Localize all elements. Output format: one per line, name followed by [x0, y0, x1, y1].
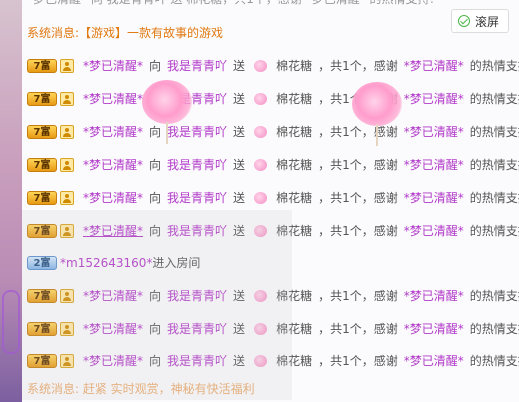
cotton-candy-effect	[142, 80, 192, 124]
gift-name: 棉花糖	[276, 158, 313, 172]
verb-text: 向	[149, 59, 162, 73]
thanks-tail-text: 的热情支持!	[469, 354, 519, 368]
user-identity-icon	[60, 125, 74, 139]
background-strip	[0, 0, 22, 402]
wealth-level-badge: 7富	[27, 59, 57, 73]
gift-message-row: 7富 *梦已清醒* 向我是青青吖送 棉花糖 ，共1个，感谢 *梦已清醒* 的热情支持!	[27, 55, 519, 77]
thanks-user-name[interactable]: *梦已清醒*	[404, 121, 464, 143]
action-text: 送	[233, 125, 246, 139]
gift-name: 棉花糖	[276, 191, 313, 205]
gift-count-text: ，共1个，感谢	[318, 289, 398, 303]
recipient-name[interactable]: 我是青青吖	[167, 154, 227, 176]
cotton-candy-icon	[254, 93, 268, 105]
wealth-level-badge: 7富	[27, 125, 57, 139]
thanks-tail-text: 的热情支持!	[469, 92, 519, 106]
thanks-user-name[interactable]: *梦已清醒*	[404, 318, 464, 340]
system-message-row: 系统消息: 【游戏】一款有故事的游戏	[27, 22, 223, 44]
gift-name: 棉花糖	[276, 92, 313, 106]
wealth-level-badge: 7富	[27, 158, 57, 172]
cotton-candy-icon	[254, 60, 268, 72]
gift-count-text: ，共1个，感谢	[318, 158, 398, 172]
scroll-button-label: 滚屏	[474, 14, 499, 29]
thanks-user-name[interactable]: *梦已清醒*	[404, 154, 464, 176]
thanks-tail-text: 的热情支持!	[469, 224, 519, 238]
cotton-candy-effect	[352, 82, 402, 126]
action-text: 送	[233, 59, 246, 73]
system-message-content: 【游戏】一款有故事的游戏	[79, 26, 224, 40]
wealth-level-badge: 7富	[27, 191, 57, 205]
thanks-tail-text: 的热情支持!	[469, 191, 519, 205]
thanks-user-name[interactable]: *梦已清醒*	[404, 220, 464, 242]
sender-name[interactable]: *梦已清醒*	[83, 154, 143, 176]
gift-count-text: ，共1个，感谢	[318, 59, 398, 73]
gift-message-row: 7富*梦已清醒*向我是青青吖送棉花糖，共1个，感谢*梦已清醒*的热情支持!	[27, 121, 519, 143]
gift-name: 棉花糖	[276, 125, 313, 139]
gift-count-text: ，共1个，感谢	[318, 354, 398, 368]
thanks-user-name[interactable]: *梦已清醒*	[404, 55, 464, 77]
check-circle-icon	[457, 15, 470, 27]
sender-name[interactable]: *梦已清醒*	[83, 121, 143, 143]
thanks-user-name[interactable]: *梦已清醒*	[404, 285, 464, 307]
cotton-candy-icon	[254, 126, 268, 138]
cotton-candy-icon	[254, 192, 268, 204]
cotton-candy-stick	[166, 122, 168, 144]
gift-name: 棉花糖	[276, 59, 313, 73]
cotton-candy-stick	[376, 124, 378, 146]
thanks-user-name[interactable]: *梦已清醒*	[404, 88, 464, 110]
user-identity-icon	[60, 92, 74, 106]
user-identity-icon	[60, 158, 74, 172]
wealth-level-badge: 7富	[27, 92, 57, 106]
user-identity-icon	[60, 191, 74, 205]
user-identity-icon	[60, 59, 74, 73]
gift-message-row: 7富*梦已清醒*向我是青青吖送棉花糖，共1个，感谢*梦已清醒*的热情支持!	[27, 88, 519, 110]
recipient-name[interactable]: 我是青青吖	[167, 187, 227, 209]
gift-count-text: ，共1个，感谢	[318, 224, 398, 238]
sender-name[interactable]: *梦已清醒*	[83, 187, 143, 209]
recipient-name[interactable]: 我是青青吖	[167, 55, 227, 77]
thanks-tail-text: 的热情支持!	[469, 125, 519, 139]
verb-text: 向	[149, 158, 162, 172]
partial-message-text: *梦已清醒* 向 我是青青吖 送 棉花糖，共1个，感谢 *梦已清醒* 的热情支持…	[27, 0, 434, 10]
system-message-label: 系统消息:	[27, 26, 80, 40]
chat-panel: *梦已清醒* 向 我是青青吖 送 棉花糖 ，共1个，感谢 *梦已清醒* 的热情支持…	[22, 0, 519, 402]
gift-message-row: 7富 *梦已清醒* 向我是青青吖送 棉花糖 ，共1个，感谢 *梦已清醒* 的热情支持!	[27, 154, 519, 176]
verb-text: 向	[149, 125, 162, 139]
action-text: 送	[233, 158, 246, 172]
recipient-name[interactable]: 我是青青吖	[167, 121, 227, 143]
thanks-user-name[interactable]: *梦已清醒*	[404, 350, 464, 372]
thanks-tail-text: 的热情支持!	[469, 322, 519, 336]
thanks-tail-text: 的热情支持!	[469, 289, 519, 303]
action-text: 送	[233, 191, 246, 205]
sender-name[interactable]: *梦已清醒*	[83, 55, 143, 77]
thanks-tail-text: 的热情支持!	[469, 158, 519, 172]
action-text: 送	[233, 92, 246, 106]
video-overlay	[22, 210, 292, 400]
gift-message-row: 7富 *梦已清醒* 向我是青青吖送 棉花糖 ，共1个，感谢 *梦已清醒* 的热情支持!	[27, 187, 519, 209]
chat-row-partial-top: *梦已清醒* 向 我是青青吖 送 棉花糖，共1个，感谢 *梦已清醒* 的热情支持…	[27, 0, 434, 10]
gift-count-text: ，共1个，感谢	[318, 322, 398, 336]
thanks-tail-text: 的热情支持!	[469, 59, 519, 73]
thanks-user-name[interactable]: *梦已清醒*	[404, 187, 464, 209]
sender-name[interactable]: *梦已清醒*	[83, 88, 143, 110]
gift-count-text: ，共1个，感谢	[318, 191, 398, 205]
cotton-candy-icon	[254, 159, 268, 171]
verb-text: 向	[149, 191, 162, 205]
scroll-lock-button[interactable]: 滚屏	[450, 9, 509, 33]
